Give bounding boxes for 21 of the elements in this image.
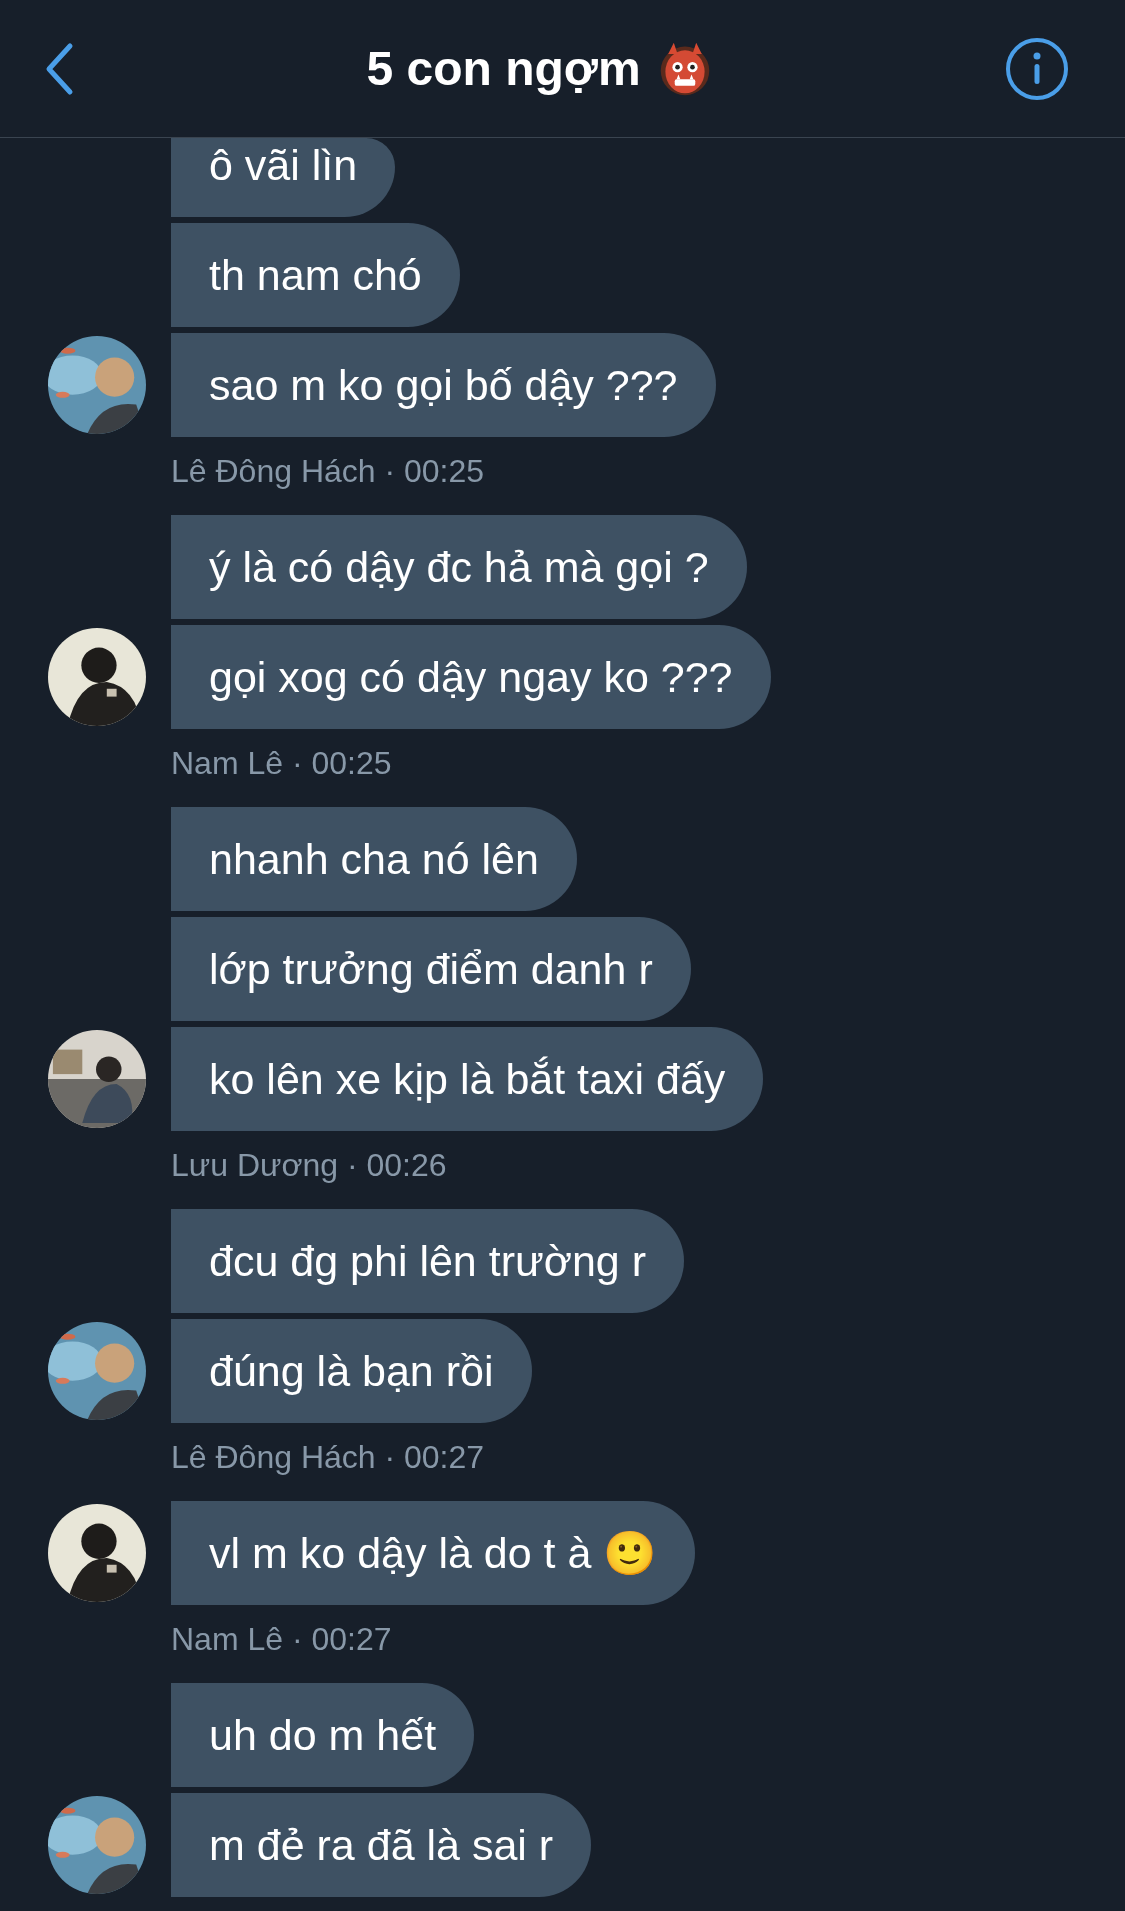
message-bubble[interactable]: m đẻ ra đã là sai r [171, 1793, 592, 1897]
message-meta: Lê Đông Hách · 00:27 [171, 1438, 485, 1477]
message-bubble[interactable]: gọi xog có dậy ngay ko ??? [171, 625, 771, 729]
message-bubble[interactable]: nhanh cha nó lên [171, 807, 577, 911]
message-bubble[interactable]: th nam chó [171, 223, 460, 327]
chat-title: 5 con ngợm [366, 41, 641, 96]
info-icon[interactable] [1005, 36, 1069, 101]
message-bubble[interactable]: lớp trưởng điểm danh r [171, 917, 691, 1021]
message-bubble[interactable]: đcu đg phi lên trường r [171, 1209, 685, 1313]
message-bubble[interactable]: vl m ko dậy là do t à 🙂 [171, 1501, 696, 1605]
message-meta: Nam Lê · 00:27 [171, 1620, 392, 1659]
message-bubble[interactable]: ko lên xe kịp là bắt taxi đấy [171, 1027, 764, 1131]
message-bubble[interactable]: đúng là bạn rồi [171, 1319, 532, 1423]
message-meta: Lưu Dương · 00:26 [171, 1146, 447, 1185]
back-icon[interactable] [44, 41, 74, 96]
message-bubble[interactable]: sao m ko gọi bố dậy ??? [171, 333, 716, 437]
message-bubble[interactable]: ý là có dậy đc hả mà gọi ? [171, 515, 747, 619]
message-meta: Lê Đông Hách · 00:25 [171, 452, 485, 491]
message-bubble[interactable]: ô vãi lìn [171, 138, 396, 217]
message-meta: Nam Lê · 00:25 [171, 744, 392, 783]
message-bubble[interactable]: uh do m hết [171, 1683, 475, 1787]
